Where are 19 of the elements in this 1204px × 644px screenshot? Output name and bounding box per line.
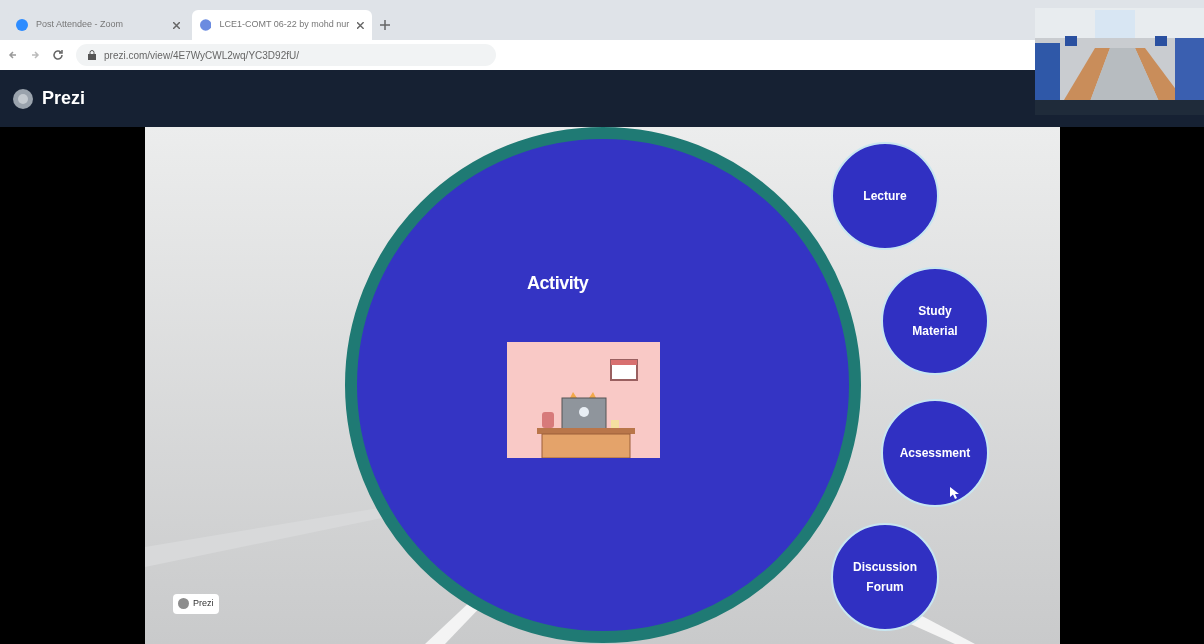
back-icon[interactable]: [8, 50, 18, 60]
tab-title: LCE1-COMT 06-22 by mohd nur: [219, 18, 350, 32]
cursor-icon: [950, 487, 959, 499]
prezi-logo-icon: [12, 87, 34, 110]
url-text: prezi.com/view/4E7WyCWL2wq/YC3D92fU/: [104, 48, 299, 63]
brand-name: Prezi: [42, 87, 86, 110]
browser-tab[interactable]: LCE1-COMT 06-22 by mohd nur: [192, 10, 372, 40]
topic-title: Activity: [527, 272, 589, 295]
new-tab-icon[interactable]: [380, 20, 390, 30]
video-camera-icon: [16, 19, 28, 31]
prezi-badge[interactable]: Prezi: [173, 594, 219, 614]
globe-icon: [200, 19, 212, 31]
tab-title: Post Attendee - Zoom: [36, 18, 125, 32]
reload-icon[interactable]: [52, 49, 64, 61]
prezi-logo-icon: [178, 598, 189, 610]
lock-icon: [88, 50, 96, 60]
close-icon[interactable]: [173, 21, 180, 29]
close-icon[interactable]: [357, 21, 364, 29]
address-bar[interactable]: prezi.com/view/4E7WyCWL2wq/YC3D92fU/: [76, 44, 496, 66]
